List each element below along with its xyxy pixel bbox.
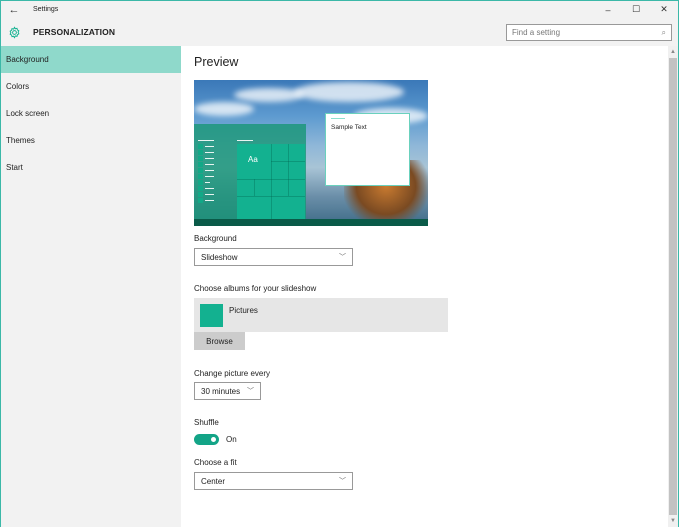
albums-label: Choose albums for your slideshow — [194, 284, 317, 293]
gear-icon — [7, 25, 21, 39]
sidebar-item-label: Start — [6, 163, 23, 172]
menu-item-line — [205, 146, 214, 147]
cloud — [194, 102, 254, 116]
menu-item-line — [205, 170, 214, 171]
browse-button[interactable]: Browse — [194, 332, 245, 350]
menu-item-square — [198, 144, 203, 149]
cloud — [294, 82, 404, 102]
taskbar-preview — [194, 219, 428, 226]
menu-item-square — [198, 174, 203, 179]
title-bar: ← Settings – ☐ ✕ — [1, 1, 678, 18]
chevron-down-icon: ﹀ — [339, 254, 346, 261]
chevron-down-icon: ﹀ — [247, 388, 254, 395]
menu-item-square — [198, 180, 203, 185]
scroll-up-icon[interactable]: ▲ — [668, 47, 678, 57]
menu-item-line — [205, 176, 214, 177]
fit-label: Choose a fit — [194, 458, 237, 467]
shuffle-state: On — [226, 435, 237, 444]
toggle-knob — [211, 437, 216, 442]
window-controls: – ☐ ✕ — [594, 1, 678, 18]
menu-header-line — [237, 140, 253, 141]
chevron-down-icon: ﹀ — [339, 478, 346, 485]
menu-item-square — [198, 150, 203, 155]
sidebar-item-label: Background — [6, 55, 49, 64]
menu-item-square — [198, 168, 203, 173]
menu-item-line — [205, 194, 214, 195]
menu-header-line — [198, 140, 214, 141]
menu-item-line — [205, 200, 214, 201]
sidebar-item-label: Lock screen — [6, 109, 50, 118]
menu-item-square — [198, 162, 203, 167]
background-label: Background — [194, 234, 237, 243]
search-placeholder: Find a setting — [512, 28, 561, 37]
menu-item-square — [198, 156, 203, 161]
scroll-down-icon[interactable]: ▼ — [668, 516, 678, 526]
sidebar-item-start[interactable]: Start — [1, 154, 181, 181]
sample-window: Sample Text — [325, 113, 410, 186]
back-button[interactable]: ← — [1, 1, 27, 18]
preview-heading: Preview — [194, 55, 239, 69]
main-content: Preview Aa Sample Text Background Slides… — [181, 46, 668, 527]
section-title: PERSONALIZATION — [33, 27, 116, 37]
scrollbar[interactable]: ▲ ▼ — [668, 46, 678, 527]
background-dropdown[interactable]: Slideshow ﹀ — [194, 248, 353, 266]
app-title: Settings — [33, 6, 59, 13]
menu-item-square — [198, 198, 203, 203]
fit-value: Center — [201, 476, 226, 486]
sample-text: Sample Text — [331, 124, 367, 131]
maximize-icon: ☐ — [631, 4, 641, 14]
menu-item-line — [205, 188, 214, 189]
close-icon: ✕ — [660, 4, 668, 14]
album-thumbnail — [200, 304, 223, 327]
desktop-preview: Aa Sample Text — [194, 80, 428, 226]
sidebar-item-colors[interactable]: Colors — [1, 73, 181, 100]
fit-dropdown[interactable]: Center ﹀ — [194, 472, 353, 490]
maximize-button[interactable]: ☐ — [622, 1, 650, 18]
scroll-thumb[interactable] — [669, 58, 677, 515]
interval-value: 30 minutes — [201, 386, 241, 396]
minimize-button[interactable]: – — [594, 1, 622, 18]
search-icon: ⌕ — [661, 27, 666, 37]
tile-text: Aa — [248, 155, 258, 164]
menu-item-line — [205, 164, 214, 165]
close-button[interactable]: ✕ — [650, 1, 678, 18]
search-input[interactable]: Find a setting ⌕ — [506, 24, 672, 41]
menu-item-square — [198, 186, 203, 191]
album-item[interactable]: Pictures — [194, 298, 448, 332]
menu-item-square — [198, 192, 203, 197]
menu-item-line — [205, 158, 214, 159]
sidebar-item-lock-screen[interactable]: Lock screen — [1, 100, 181, 127]
minimize-icon: – — [605, 4, 611, 15]
back-arrow-icon: ← — [8, 3, 20, 16]
interval-label: Change picture every — [194, 369, 271, 378]
sidebar-item-themes[interactable]: Themes — [1, 127, 181, 154]
shuffle-label: Shuffle — [194, 418, 219, 427]
header: PERSONALIZATION Find a setting ⌕ — [1, 18, 678, 46]
interval-dropdown[interactable]: 30 minutes ﹀ — [194, 382, 261, 400]
sidebar-item-label: Themes — [6, 136, 35, 145]
shuffle-toggle[interactable] — [194, 434, 219, 445]
menu-item-line — [205, 152, 214, 153]
background-value: Slideshow — [201, 252, 238, 262]
sidebar: Background Colors Lock screen Themes Sta… — [1, 46, 181, 527]
sidebar-item-background[interactable]: Background — [1, 46, 181, 73]
album-name: Pictures — [229, 306, 258, 315]
menu-item-line — [205, 182, 210, 183]
sidebar-item-label: Colors — [6, 82, 30, 91]
sample-accent-bar — [331, 118, 345, 119]
